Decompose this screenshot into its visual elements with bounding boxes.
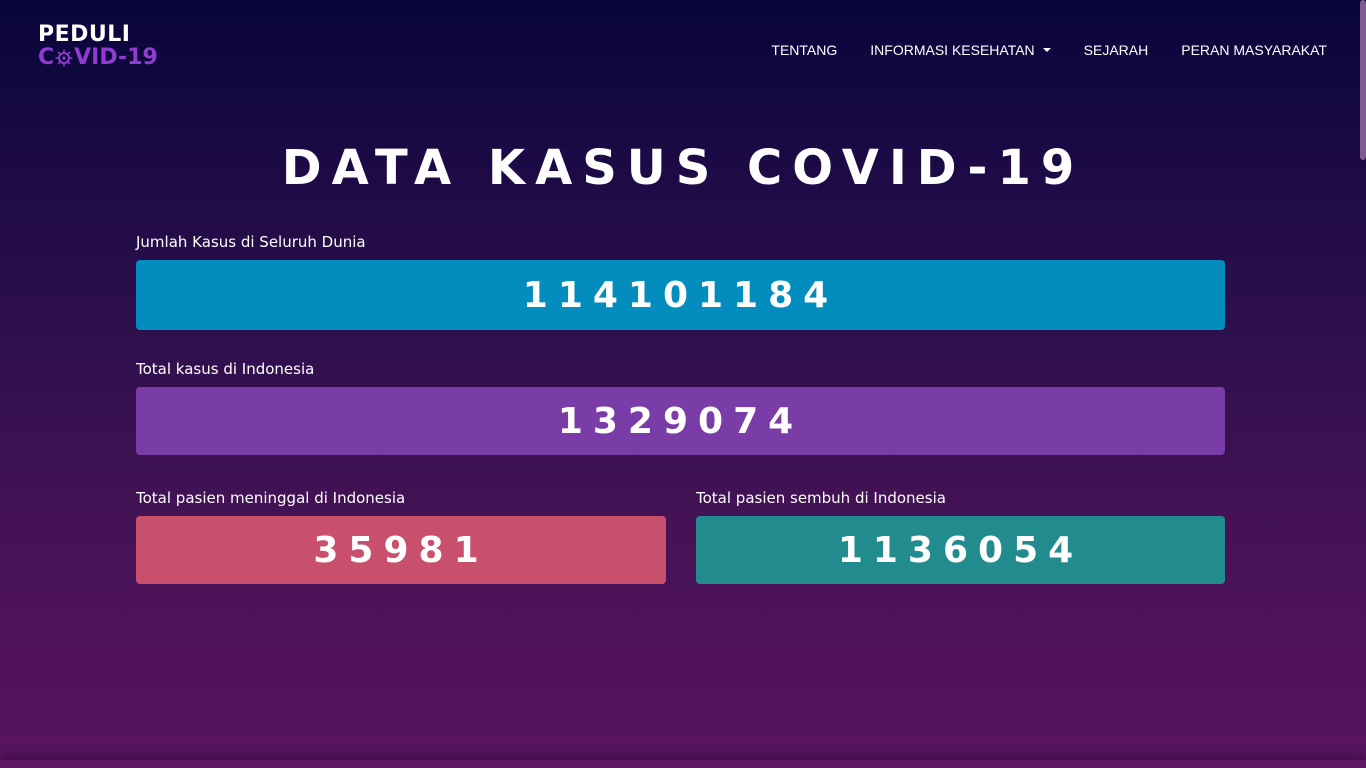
- nav-item-sejarah[interactable]: SEJARAH: [1084, 42, 1149, 58]
- section-divider: [0, 760, 1366, 768]
- indonesia-cases-box: 1329074: [136, 387, 1225, 455]
- nav-item-peran-masyarakat[interactable]: PERAN MASYARAKAT: [1181, 42, 1327, 58]
- brand-line-1: PEDULI: [38, 22, 131, 47]
- deaths-label: Total pasien meninggal di Indonesia: [136, 489, 406, 507]
- recovered-value: 1136054: [837, 529, 1084, 571]
- brand-line-2-suffix: VID-19: [74, 45, 158, 70]
- nav-item-label: PERAN MASYARAKAT: [1181, 42, 1327, 58]
- caret-down-icon: [1042, 48, 1051, 52]
- indonesia-cases-label: Total kasus di Indonesia: [136, 360, 315, 378]
- nav-item-label: INFORMASI KESEHATAN: [870, 42, 1035, 58]
- brand-logo[interactable]: PEDULI C VID-19: [38, 24, 158, 69]
- indonesia-cases-value: 1329074: [557, 400, 804, 442]
- nav-item-informasi-kesehatan[interactable]: INFORMASI KESEHATAN: [870, 42, 1051, 58]
- deaths-box: 35981: [136, 516, 666, 584]
- navbar: PEDULI C VID-19 TENTANG INFORMASI KESEHA…: [0, 0, 1366, 100]
- page-title: DATA KASUS COVID-19: [281, 140, 1085, 196]
- nav-item-label: TENTANG: [771, 42, 838, 58]
- recovered-box: 1136054: [696, 516, 1225, 584]
- nav-item-tentang[interactable]: TENTANG: [771, 42, 837, 58]
- recovered-label: Total pasien sembuh di Indonesia: [696, 489, 946, 507]
- brand-line-2: C VID-19: [38, 47, 158, 69]
- world-cases-box: 114101184: [136, 260, 1225, 330]
- deaths-value: 35981: [313, 529, 489, 571]
- brand-line-2-prefix: C: [38, 45, 55, 70]
- nav-item-label: SEJARAH: [1083, 42, 1149, 58]
- nav-menu: TENTANG INFORMASI KESEHATAN SEJARAH PERA…: [738, 42, 1327, 58]
- virus-icon: [55, 49, 73, 67]
- scrollbar-thumb[interactable]: [1360, 0, 1366, 160]
- world-cases-label: Jumlah Kasus di Seluruh Dunia: [136, 233, 366, 251]
- world-cases-value: 114101184: [522, 274, 839, 316]
